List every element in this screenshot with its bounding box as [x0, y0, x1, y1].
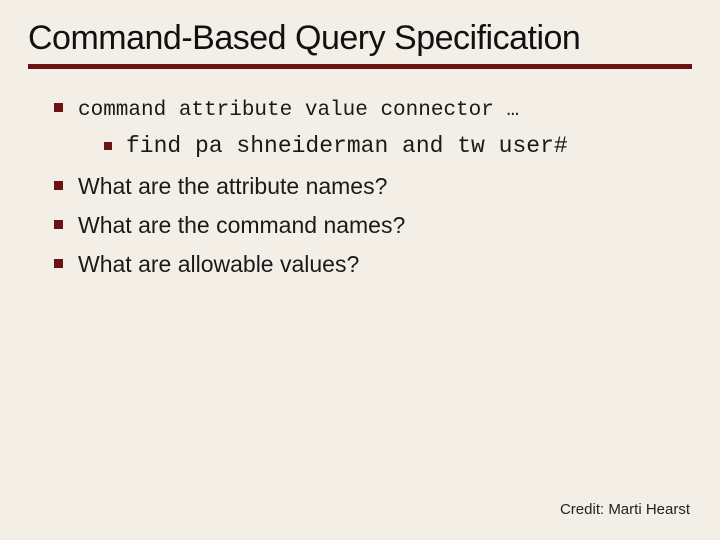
bullet-text: What are the attribute names? — [78, 173, 387, 199]
sub-bullet-item: find pa shneiderman and tw user# — [100, 131, 692, 162]
bullet-text: What are the command names? — [78, 212, 405, 238]
bullet-text: command attribute value connector … — [78, 99, 519, 122]
bullet-item: What are the command names? — [48, 210, 692, 241]
sub-bullet-text: find pa shneiderman and tw user# — [126, 133, 568, 159]
bullet-item: What are the attribute names? — [48, 171, 692, 202]
bullet-item: command attribute value connector … find… — [48, 93, 692, 162]
content-area: command attribute value connector … find… — [28, 93, 692, 280]
bullet-list: command attribute value connector … find… — [48, 93, 692, 280]
title-underline — [28, 64, 692, 69]
sub-bullet-list: find pa shneiderman and tw user# — [78, 131, 692, 162]
slide-title: Command-Based Query Specification — [28, 18, 692, 58]
bullet-item: What are allowable values? — [48, 249, 692, 280]
bullet-text: What are allowable values? — [78, 251, 359, 277]
slide: Command-Based Query Specification comman… — [0, 0, 720, 540]
credit-line: Credit: Marti Hearst — [560, 501, 690, 518]
